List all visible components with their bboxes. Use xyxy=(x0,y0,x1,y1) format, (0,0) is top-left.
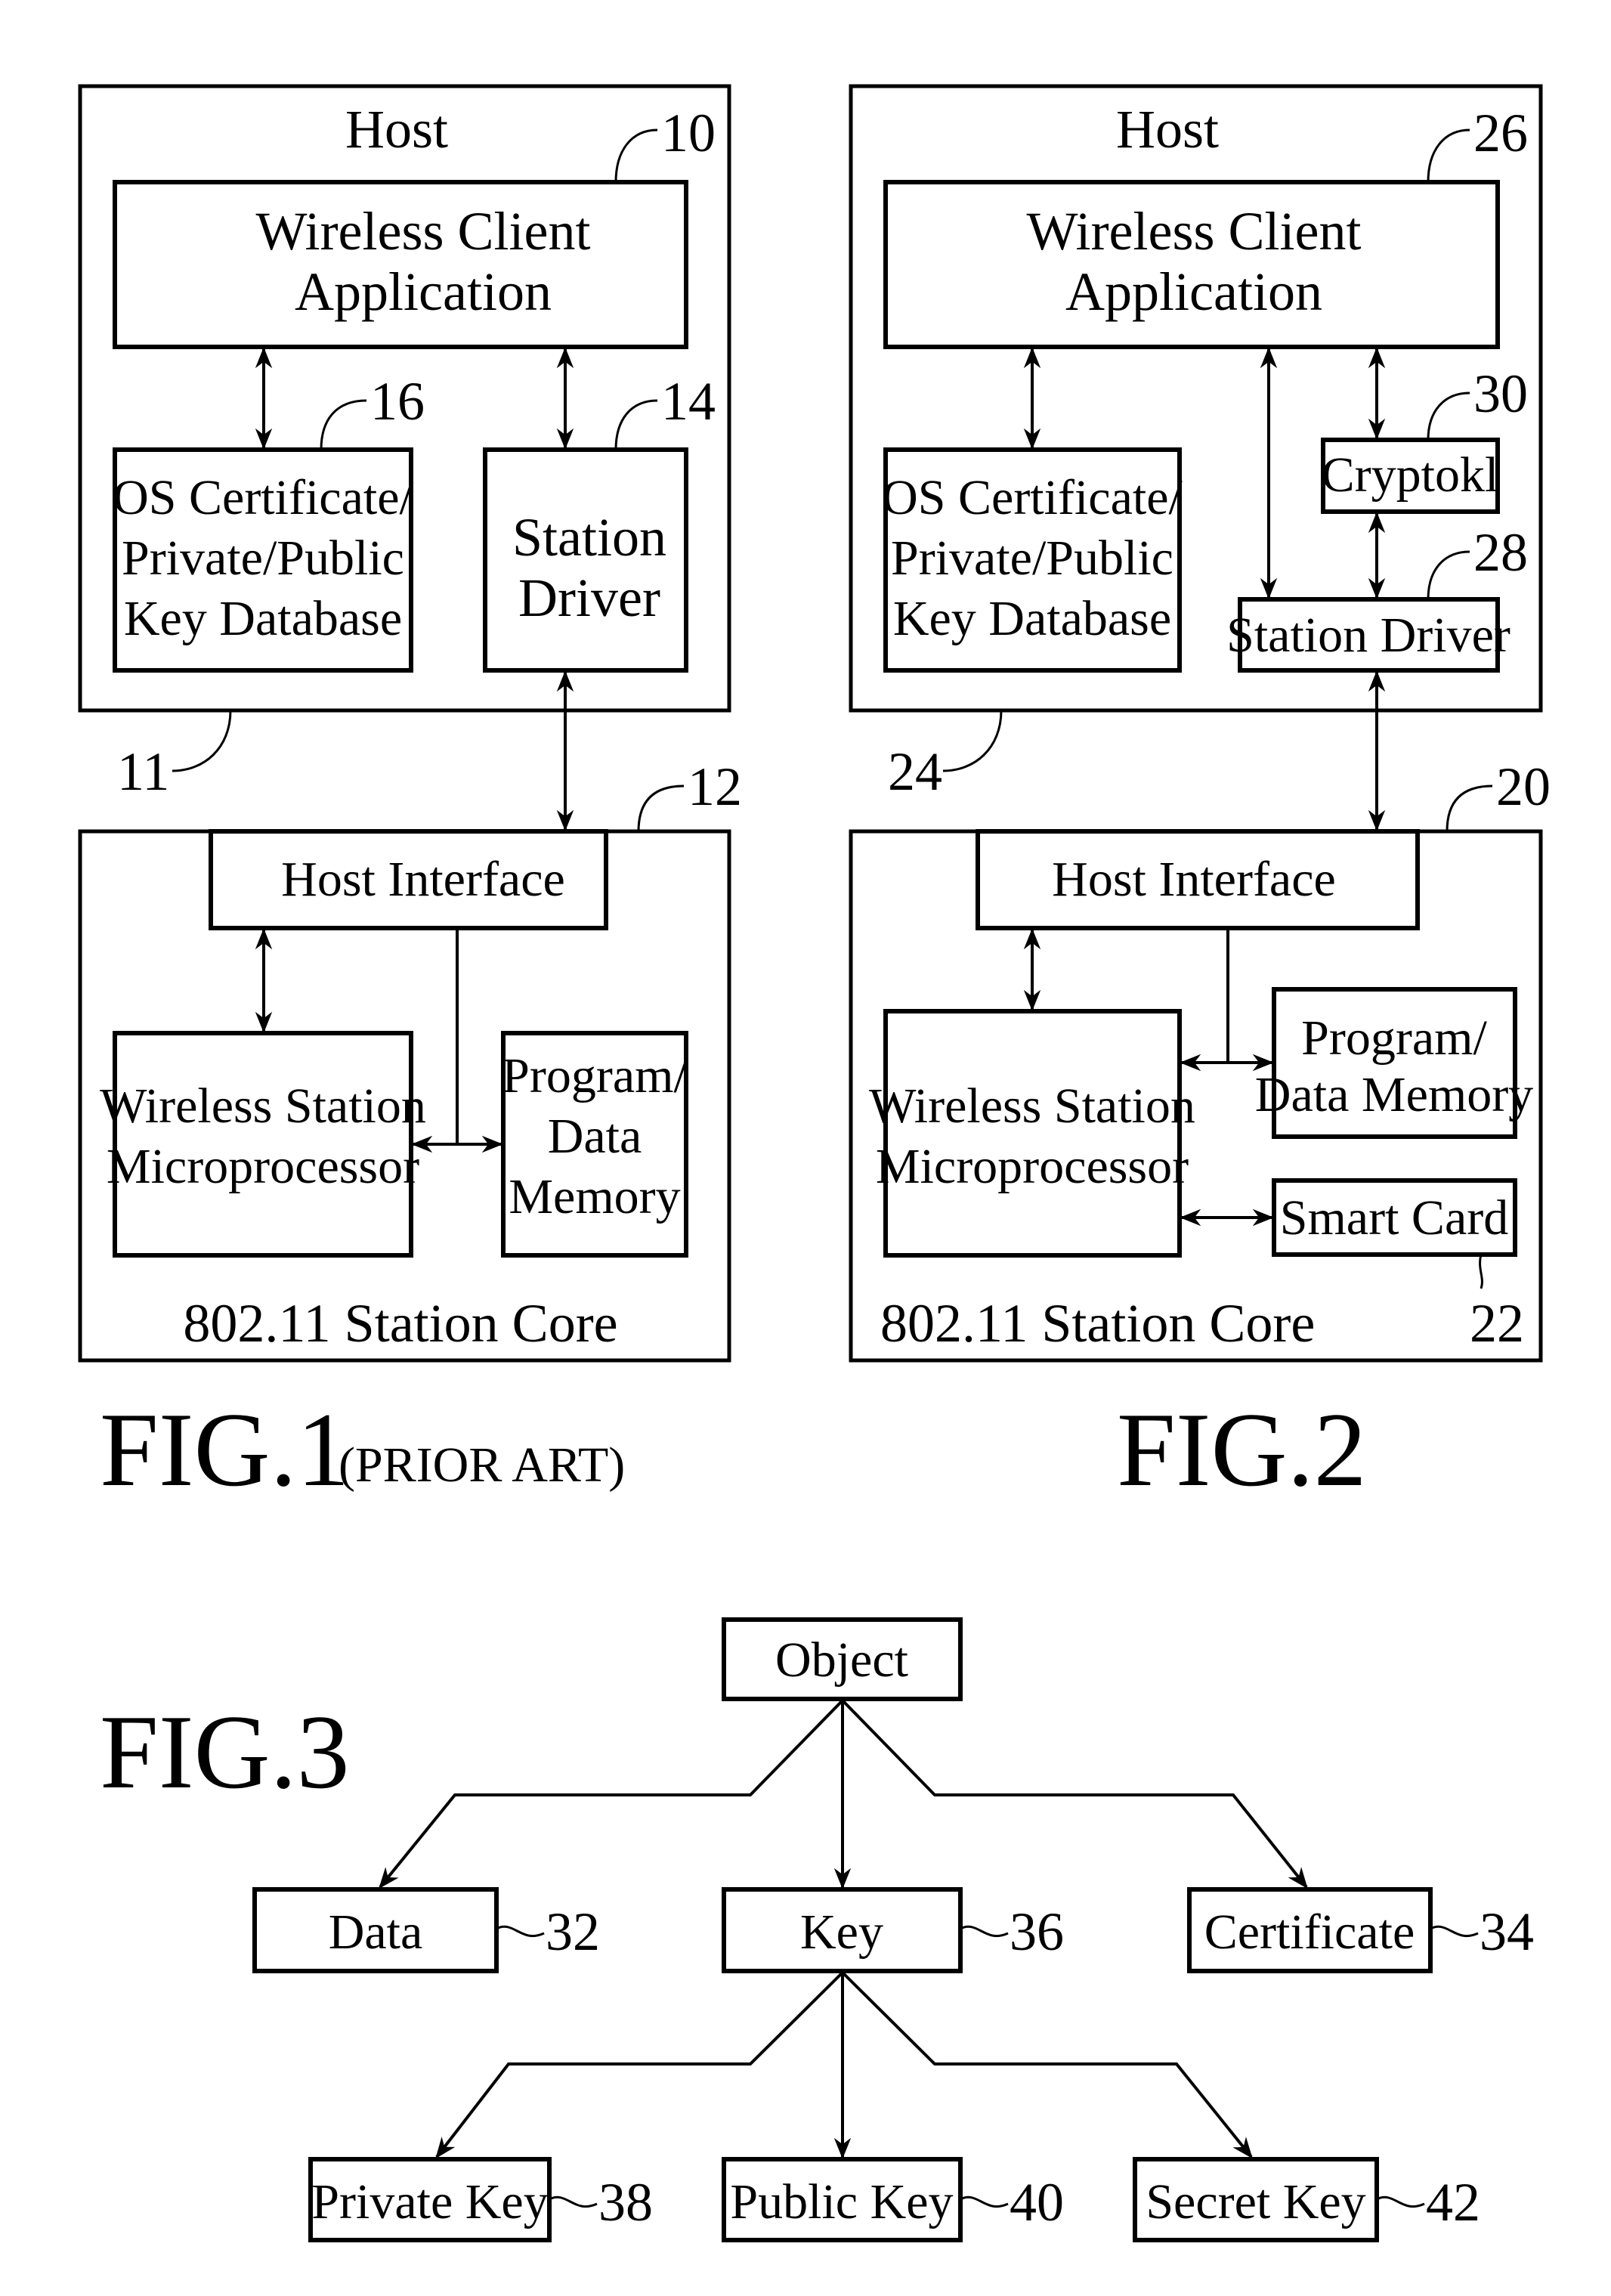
fig3-ref40-leader xyxy=(960,2195,1009,2208)
fig2-ref22: 22 xyxy=(1470,1293,1524,1354)
fig2-ref28: 28 xyxy=(1473,522,1528,583)
fig3-key-label: Key xyxy=(800,1905,883,1960)
fig3-object-label: Object xyxy=(775,1632,908,1688)
fig2-wca-line2: Application xyxy=(1065,261,1322,322)
fig3-ref32-leader xyxy=(496,1925,545,1938)
fig3-ref34: 34 xyxy=(1480,1901,1534,1962)
fig3-ref34-leader xyxy=(1430,1925,1479,1938)
fig3-data-label: Data xyxy=(329,1905,423,1960)
fig2-ref22-leader xyxy=(1479,1254,1483,1289)
fig1-caption: FIG.1 xyxy=(100,1391,350,1508)
fig1-mem-line2: Data xyxy=(548,1109,642,1164)
fig1-ref11: 11 xyxy=(117,741,169,802)
fig1-os-line3: Key Database xyxy=(124,591,402,646)
fig1-wca-line1: Wireless Client xyxy=(255,201,590,261)
fig2-os-line1: OS Certificate/ xyxy=(882,470,1183,525)
fig1-ref10-leader xyxy=(614,128,658,183)
fig2-ref28-leader xyxy=(1427,550,1470,600)
fig2-caption: FIG.2 xyxy=(1117,1391,1367,1508)
fig1-ref14: 14 xyxy=(661,371,716,432)
fig2-station-driver-label: Station Driver xyxy=(1226,608,1511,663)
fig1-os-cert-db: OS Certificate/ Private/Public Key Datab… xyxy=(113,447,414,673)
fig3-arrow-object-data xyxy=(379,1699,844,1889)
fig1-caption-note: (PRIOR ART) xyxy=(339,1437,625,1493)
fig1-station-driver: Station Driver xyxy=(483,447,688,673)
fig2-cryptoki-label: Cryptokl xyxy=(1322,447,1499,503)
fig2-mp-line2: Microprocessor xyxy=(876,1139,1189,1194)
fig2-ref30: 30 xyxy=(1473,364,1528,424)
fig2-station-core-title: 802.11 Station Core xyxy=(880,1293,1315,1354)
fig2-ref20: 20 xyxy=(1496,757,1551,817)
fig1-sd-line1: Station xyxy=(512,507,666,568)
fig3-ref40: 40 xyxy=(1010,2172,1064,2233)
fig1-os-line1: OS Certificate/ xyxy=(113,470,413,525)
fig2-os-line2: Private/Public xyxy=(891,531,1173,586)
fig3-certificate-label: Certificate xyxy=(1204,1905,1415,1960)
fig2: Host Wireless Client Application 26 OS C… xyxy=(849,84,1551,1508)
fig2-ref24: 24 xyxy=(888,741,942,802)
fig3-private-key-label: Private Key xyxy=(311,2174,548,2229)
fig1-ref16-leader xyxy=(320,399,367,450)
fig3-arrow-object-certificate xyxy=(841,1699,1308,1889)
fig2-ref26-leader xyxy=(1427,128,1470,183)
fig1-ref10: 10 xyxy=(661,103,716,163)
fig2-host-interface-label: Host Interface xyxy=(1052,852,1336,907)
fig3-ref32: 32 xyxy=(546,1901,600,1962)
fig3-ref36: 36 xyxy=(1010,1901,1064,1962)
fig3-ref42-leader xyxy=(1376,2195,1425,2208)
fig2-ref24-leader xyxy=(942,710,1003,772)
fig2-mp-line1: Wireless Station xyxy=(869,1078,1195,1134)
fig3-ref38: 38 xyxy=(598,2172,653,2233)
fig1-mem-line1: Program/ xyxy=(502,1048,688,1103)
fig1-mp-line1: Wireless Station xyxy=(100,1078,426,1134)
fig2-ref20-leader xyxy=(1446,784,1493,832)
fig2-ref30-leader xyxy=(1427,391,1470,441)
fig3-ref42: 42 xyxy=(1426,2172,1480,2233)
fig2-ref26: 26 xyxy=(1473,103,1528,163)
fig1-ref12-leader xyxy=(637,784,685,832)
fig1-wireless-client-app: Wireless Client Application xyxy=(113,180,688,349)
patent-drawing-sheet: Host Wireless Client Application 10 OS C… xyxy=(78,84,1551,2242)
fig1-station-core-title: 802.11 Station Core xyxy=(183,1293,617,1354)
fig2-smart-card-label: Smart Card xyxy=(1280,1190,1508,1245)
fig2-host-title: Host xyxy=(1116,99,1219,159)
fig1-wca-line2: Application xyxy=(295,261,552,322)
fig2-mem-line2: Data Memory xyxy=(1255,1067,1533,1122)
fig1-os-line2: Private/Public xyxy=(122,531,404,586)
fig1-host-title: Host xyxy=(345,99,448,159)
fig1: Host Wireless Client Application 10 OS C… xyxy=(78,84,742,1508)
fig3-ref38-leader xyxy=(549,2195,598,2208)
fig1-ref11-leader xyxy=(172,710,232,772)
fig1-mem-line3: Memory xyxy=(509,1169,680,1224)
fig1-host-interface-label: Host Interface xyxy=(281,852,565,907)
fig3-ref36-leader xyxy=(960,1925,1009,1938)
fig2-os-line3: Key Database xyxy=(893,591,1171,646)
fig1-sd-line2: Driver xyxy=(518,568,660,628)
fig3: FIG.3 Object Data 32 Key 36 Certificate … xyxy=(100,1617,1534,2242)
fig1-mp-line2: Microprocessor xyxy=(107,1139,419,1194)
fig2-wca-line1: Wireless Client xyxy=(1026,201,1361,261)
fig3-public-key-label: Public Key xyxy=(730,2174,953,2229)
fig3-caption: FIG.3 xyxy=(100,1694,350,1811)
fig1-ref16: 16 xyxy=(370,371,425,432)
fig3-secret-key-label: Secret Key xyxy=(1146,2174,1365,2229)
fig1-ref14-leader xyxy=(614,399,658,450)
fig1-ref12: 12 xyxy=(688,757,742,817)
fig3-arrow-key-secret xyxy=(841,1971,1253,2159)
fig2-mem-line1: Program/ xyxy=(1301,1010,1487,1066)
fig3-arrow-key-private xyxy=(435,1971,844,2159)
